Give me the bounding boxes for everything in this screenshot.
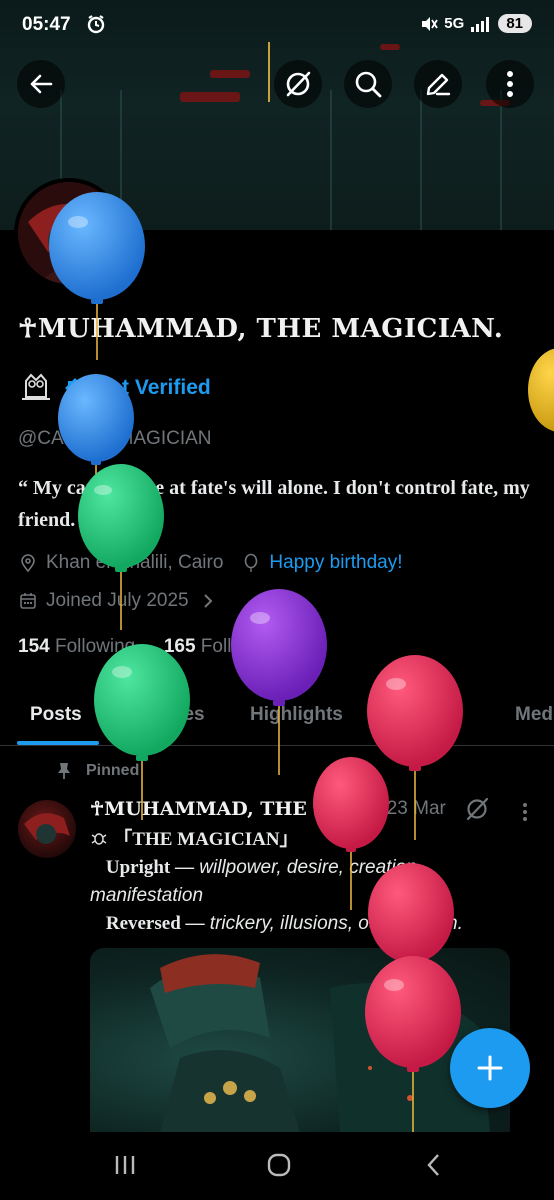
joined-date: Joined July 2025 [46,590,189,611]
post-avatar-art [24,813,70,844]
post-author-avatar[interactable] [18,800,76,858]
verified-badge-icon [65,378,85,398]
reversed-text: trickery, illusions, out of touch. [209,913,463,934]
following-count: 154 [18,636,50,657]
back-button[interactable] [17,60,65,108]
profile-meta-row: Khan el-Khalili, Cairo Happy birthday! [18,552,403,574]
tab-media[interactable]: Media [515,704,554,726]
joined-row[interactable]: Joined July 2025 [18,590,215,612]
post-author-name[interactable]: ☥MUHAMMAD, THE MA... [90,798,369,820]
post-card-title: 「THE MAGICIAN」 [113,829,299,850]
system-nav-bar [0,1132,554,1200]
status-time: 05:47 [22,14,71,35]
post-line-reversed: Reversed — trickery, illusions, out of t… [90,910,530,938]
profile-handle: @CARD_I_MAGICIAN [18,428,212,449]
post-more-icon[interactable] [515,800,535,824]
balloon-purple [231,589,327,775]
edit-button[interactable] [414,60,462,108]
signal-icon [471,16,490,32]
profile-tabs: Posts Replies Highlights Articles Media [0,690,554,746]
grok-button[interactable] [274,60,322,108]
profile-name: ☥MUHAMMAD, THE MAGICIAN. [18,314,504,344]
balloon-yellow [528,348,554,432]
follow-counts: 154 Following 165 Followers [18,636,282,658]
avatar-art [18,182,120,284]
get-verified-label: Get Verified [94,376,211,399]
post-line-title: 「THE MAGICIAN」 [90,826,530,854]
status-bar: 05:47 5G 81 [0,0,554,52]
alarm-icon [87,15,105,34]
upright-label: Upright — [105,857,194,878]
post-text: 「THE MAGICIAN」 Upright — willpower, desi… [90,826,530,938]
following-label: Following [54,636,136,657]
chevron-right-icon [203,594,213,608]
followers-count: 165 [163,636,196,657]
grok-icon [286,71,311,97]
pinned-label: Pinned [86,762,140,779]
tab-articles[interactable]: Articles [391,704,461,726]
post-image-art [150,954,490,1132]
search-button[interactable] [344,60,392,108]
recent-apps-icon[interactable] [112,1152,138,1178]
post-date[interactable]: · 23 Mar [375,798,446,820]
scarab-emoji-icon [91,833,107,845]
get-verified-button[interactable]: Get Verified [64,376,211,400]
nav-back-icon[interactable] [424,1152,444,1178]
post-image[interactable] [90,948,510,1132]
birthday-link[interactable]: Happy birthday! [269,552,402,574]
pinned-indicator: Pinned [56,762,139,780]
network-type: 5G [444,15,465,32]
more-options-button[interactable] [486,60,534,108]
following-link[interactable]: 154 Following [18,636,135,657]
home-icon[interactable] [265,1151,293,1179]
reversed-label: Reversed — [105,913,205,934]
tab-replies[interactable]: Replies [137,704,205,726]
profile-avatar[interactable] [14,178,124,288]
profile-bio: “ My cards move at fate's will alone. I … [18,477,530,531]
post-line-upright: Upright — willpower, desire, creation, m… [90,854,530,910]
back-arrow-icon [30,74,53,94]
followers-label: Followers [200,636,283,657]
followers-link[interactable]: 165 Followers [164,636,282,657]
mute-icon [422,16,439,31]
tab-highlights[interactable]: Highlights [250,704,343,726]
battery-indicator: 81 [498,14,532,33]
profile-location: Khan el-Khalili, Cairo [46,552,224,573]
post-header: ☥MUHAMMAD, THE MA... · 23 Mar [90,798,446,820]
calendar-icon [20,593,36,609]
more-vert-icon [507,71,513,97]
plus-icon [477,1055,503,1081]
balloon-outline-icon [245,553,258,572]
owl-emoji-icon [22,373,50,400]
compose-post-button[interactable] [450,1028,530,1108]
edit-icon [426,73,451,96]
active-tab-indicator [17,741,99,745]
pin-icon [58,763,70,779]
tab-posts[interactable]: Posts [30,704,82,726]
location-pin-icon [21,554,35,573]
search-icon [355,71,382,98]
post-grok-icon[interactable] [464,796,490,822]
post-date-text: 23 Mar [386,798,446,819]
